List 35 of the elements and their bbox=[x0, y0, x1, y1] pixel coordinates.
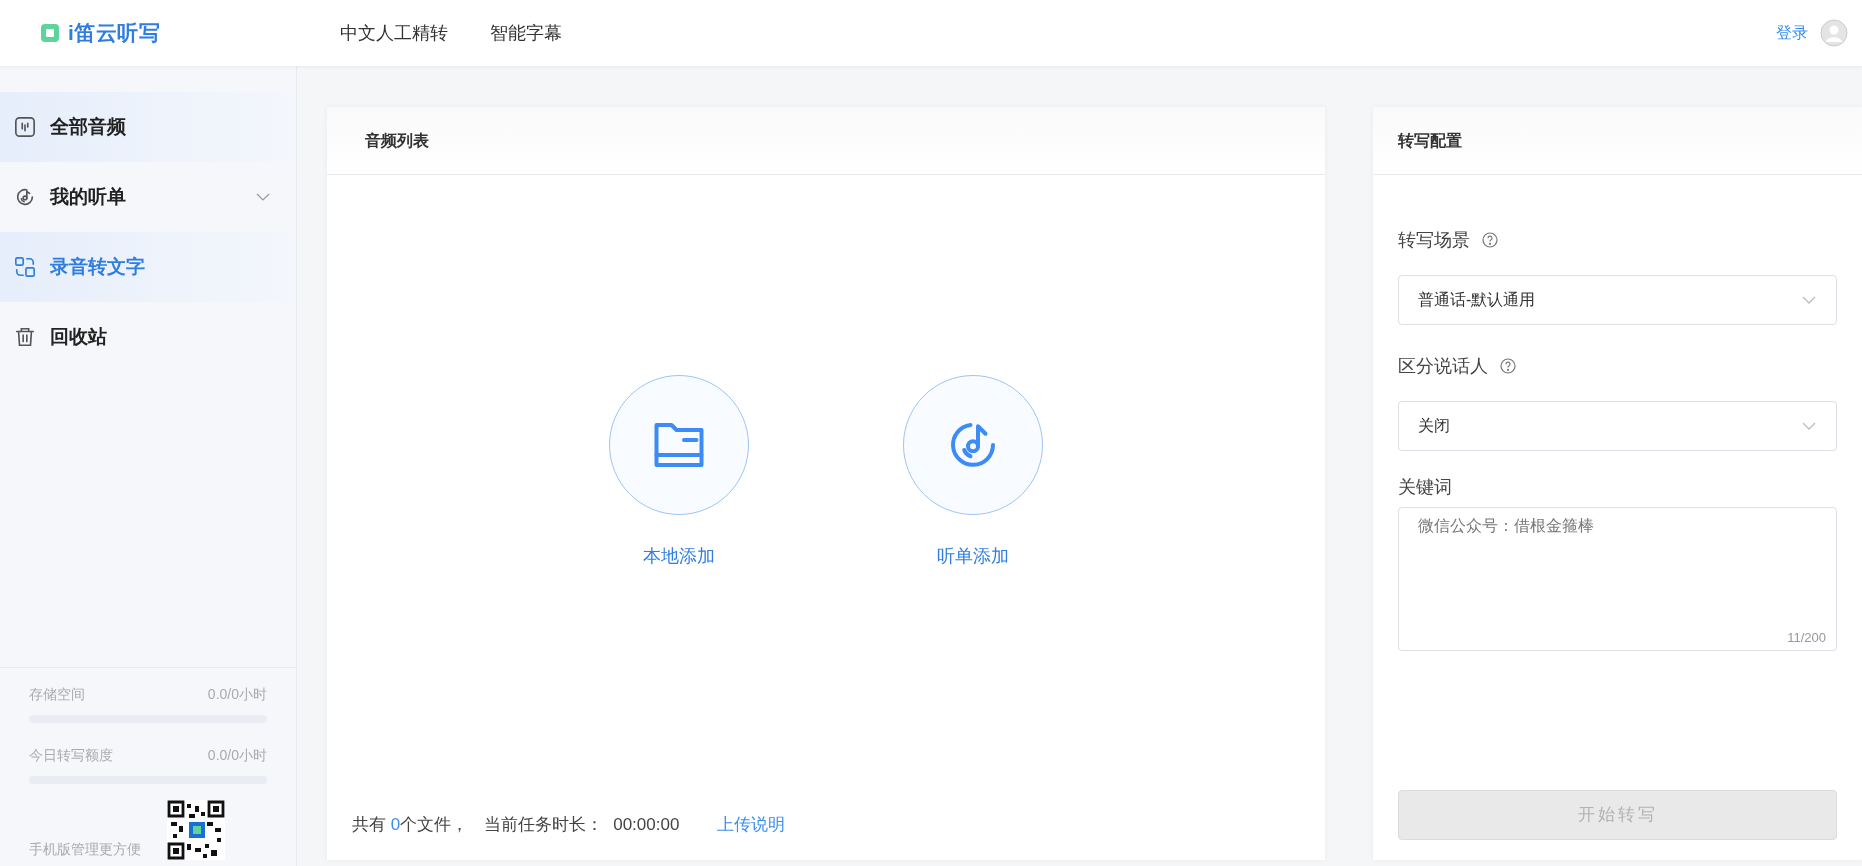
chevron-down-icon bbox=[1801, 295, 1817, 305]
quota-reading: 0.0/0小时 bbox=[207, 746, 267, 765]
login-link[interactable]: 登录 bbox=[1776, 21, 1808, 45]
field-label: 转写场景 bbox=[1398, 228, 1470, 252]
help-icon[interactable] bbox=[1500, 358, 1516, 374]
select-field[interactable]: 关闭 bbox=[1398, 401, 1837, 451]
logo-text: i笛云听写 bbox=[68, 20, 161, 47]
chevron-down-icon bbox=[1801, 421, 1817, 431]
qr-code bbox=[167, 800, 225, 860]
field-label: 关键词 bbox=[1398, 475, 1452, 499]
audio-icon bbox=[14, 116, 36, 138]
keywords-field[interactable]: 微信公众号：借根金箍棒 11/200 bbox=[1398, 507, 1837, 651]
add-source-link[interactable]: 本地添加 bbox=[643, 543, 715, 570]
help-icon[interactable] bbox=[1482, 232, 1498, 248]
add-source-link[interactable]: 听单添加 bbox=[937, 543, 1009, 570]
nav-link[interactable]: 智能字幕 bbox=[490, 19, 562, 47]
nav-link[interactable]: 中文人工精转 bbox=[340, 19, 448, 47]
quota-reading: 0.0/0小时 bbox=[207, 685, 267, 704]
quota-label: 今日转写额度 bbox=[29, 746, 113, 765]
file-count-text: 共有 0个文件， bbox=[352, 814, 469, 837]
quota-label: 存储空间 bbox=[29, 685, 85, 704]
field-label: 区分说话人 bbox=[1398, 354, 1488, 378]
sidebar-item[interactable]: 回收站 bbox=[0, 302, 296, 372]
duration-value: 00:00:00 bbox=[613, 814, 680, 837]
duration-label: 当前任务时长： bbox=[484, 814, 604, 837]
music-disc-icon bbox=[14, 186, 36, 208]
logo-icon bbox=[40, 23, 60, 43]
mobile-hint: 手机版管理更方便 bbox=[29, 840, 141, 859]
panel-title: 转写配置 bbox=[1398, 130, 1462, 151]
convert-icon bbox=[14, 256, 36, 278]
panel-title: 音频列表 bbox=[365, 130, 429, 151]
sidebar-item[interactable]: 我的听单 bbox=[0, 162, 296, 232]
trash-icon bbox=[14, 326, 36, 348]
char-counter: 11/200 bbox=[1787, 628, 1826, 647]
select-field[interactable]: 普通话-默认通用 bbox=[1398, 275, 1837, 325]
